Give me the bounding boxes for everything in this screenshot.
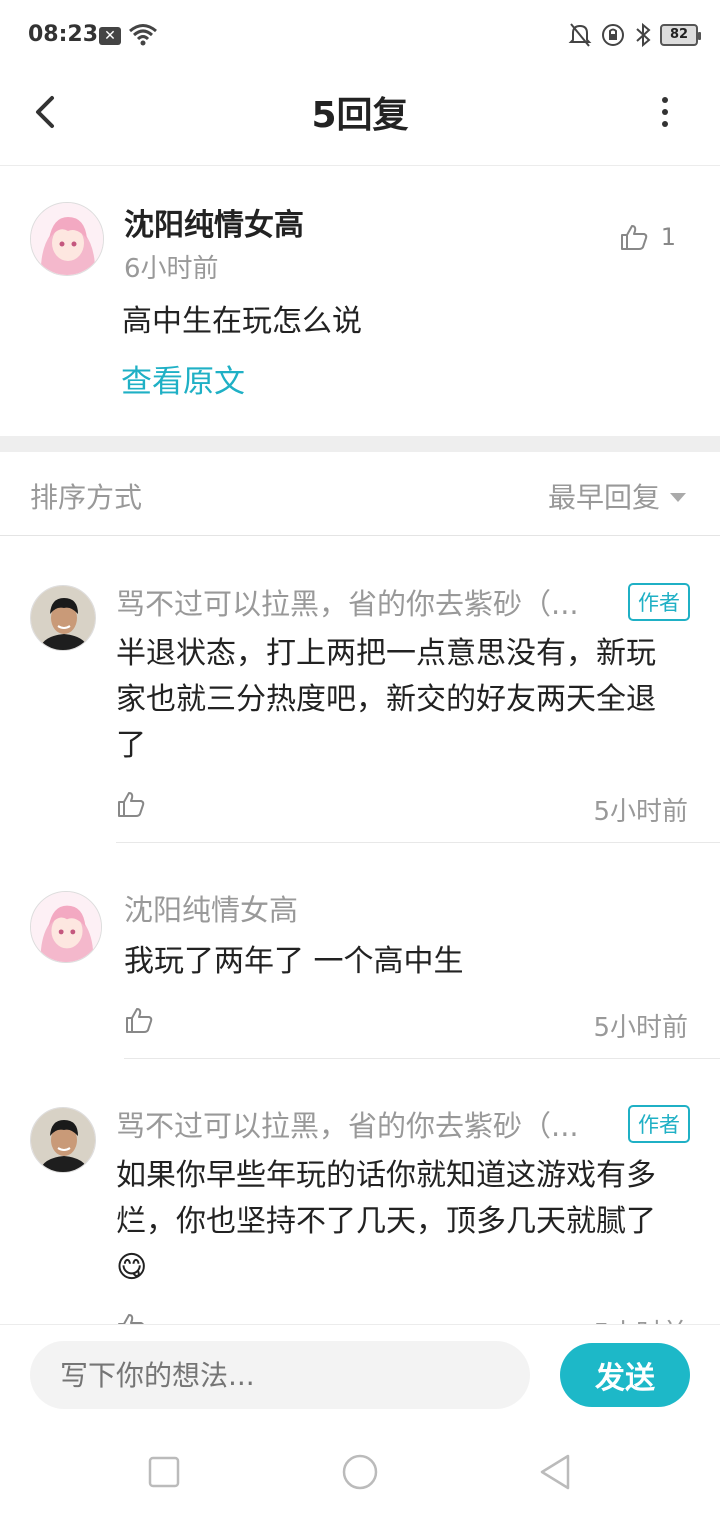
x-notification-icon: ✕	[99, 27, 121, 45]
avatar[interactable]	[30, 891, 102, 963]
lock-rotation-icon	[602, 24, 624, 46]
post-time: 6小时前	[124, 254, 219, 284]
view-original-link[interactable]: 查看原文	[121, 356, 245, 401]
like-count: 1	[660, 223, 676, 251]
sort-row: 排序方式 最早回复	[0, 452, 720, 536]
reply-time: 5小时前	[593, 1313, 688, 1324]
bluetooth-icon	[636, 22, 651, 48]
more-vertical-icon[interactable]	[650, 94, 680, 130]
reply-item: 沈阳纯情女高 我玩了两年了 一个高中生 5小时前	[0, 843, 720, 1059]
page-title: 5回复	[311, 95, 409, 136]
back-triangle-icon[interactable]	[536, 1452, 576, 1492]
status-bar: 08:23 ✕ 82	[0, 0, 720, 72]
author-badge: 作者	[628, 1105, 690, 1143]
sort-label: 排序方式	[30, 481, 143, 514]
reply-username[interactable]: 沈阳纯情女高	[124, 887, 298, 929]
reply-username[interactable]: 骂不过可以拉黑，省的你去紫砂（...	[116, 581, 579, 623]
recent-apps-icon[interactable]	[144, 1452, 184, 1492]
avatar[interactable]	[30, 585, 96, 651]
comment-input[interactable]	[30, 1341, 530, 1409]
top-app-bar: 5回复	[0, 72, 720, 166]
username[interactable]: 沈阳纯情女高	[124, 200, 304, 244]
avatar[interactable]	[30, 202, 104, 276]
sort-dropdown[interactable]: 最早回复	[548, 476, 686, 516]
thumbs-up-icon[interactable]	[116, 1311, 146, 1324]
reply-text: 半退状态，打上两把一点意思没有，新玩 家也就三分热度吧，新交的好友两天全退 了	[116, 636, 656, 763]
home-icon[interactable]	[340, 1452, 380, 1492]
send-button[interactable]: 发送	[560, 1343, 690, 1407]
reply-item: 骂不过可以拉黑，省的你去紫砂（... 作者 半退状态，打上两把一点意思没有，新玩…	[0, 537, 720, 843]
caret-down-icon	[670, 492, 686, 502]
original-comment: 沈阳纯情女高 6小时前 高中生在玩怎么说 查看原文 1	[0, 166, 720, 436]
composer-bar: 发送	[0, 1324, 720, 1424]
reply-text: 如果你早些年玩的话你就知道这游戏有多 烂，你也坚持不了几天，顶多几天就腻了 😋	[116, 1158, 656, 1285]
reply-time: 5小时前	[593, 1013, 688, 1043]
reply-item: 骂不过可以拉黑，省的你去紫砂（... 作者 如果你早些年玩的话你就知道这游戏有多…	[0, 1059, 720, 1324]
mute-icon	[568, 23, 592, 47]
wifi-icon	[129, 24, 157, 46]
reply-time: 5小时前	[593, 797, 688, 827]
thumbs-up-icon[interactable]	[124, 1005, 154, 1035]
avatar[interactable]	[30, 1107, 96, 1173]
like-button[interactable]: 1	[619, 222, 676, 252]
thumbs-up-icon	[620, 225, 647, 250]
author-badge: 作者	[628, 583, 690, 621]
reply-text: 我玩了两年了 一个高中生	[124, 944, 464, 979]
thumbs-up-icon[interactable]	[116, 789, 146, 819]
section-separator	[0, 436, 720, 452]
sort-selected: 最早回复	[547, 481, 660, 514]
comment-text: 高中生在玩怎么说	[122, 304, 362, 339]
battery-icon: 82	[660, 24, 701, 46]
status-time: 08:23	[28, 22, 99, 47]
system-nav-bar	[0, 1424, 720, 1520]
reply-username[interactable]: 骂不过可以拉黑，省的你去紫砂（...	[116, 1103, 579, 1145]
